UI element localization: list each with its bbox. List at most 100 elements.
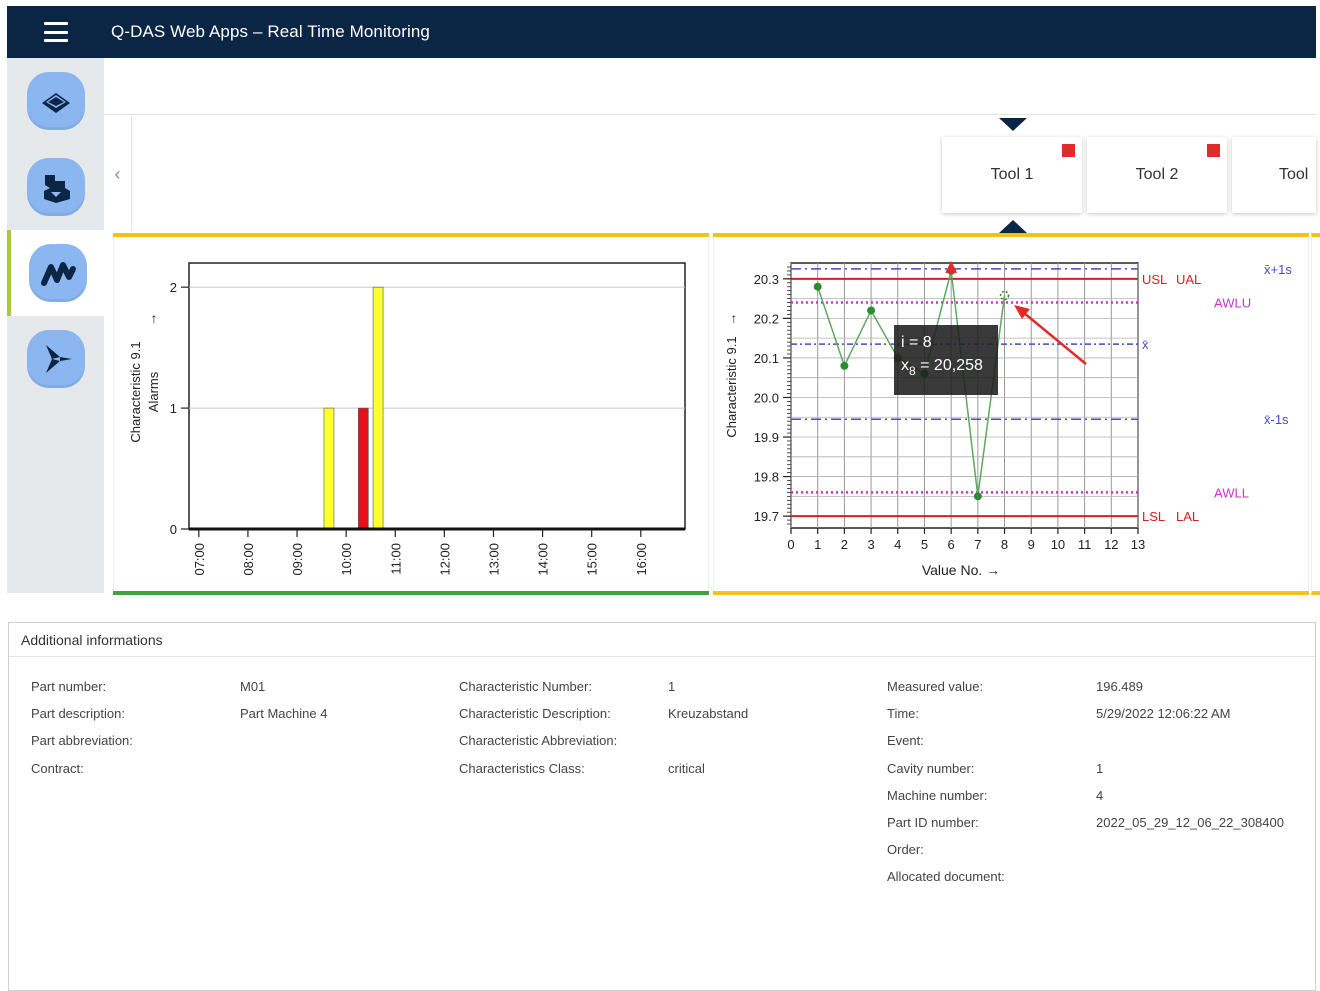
x-tick-label: 1 [814,537,821,552]
x-tick-label: 12:00 [437,543,452,576]
layers-icon [41,93,70,113]
info-label: Characteristic Number: [459,679,592,694]
limit-label: USL [1142,272,1167,287]
nav-button [28,244,87,302]
data-point [840,361,849,370]
x-tick-label: 3 [867,537,874,552]
info-value: 1 [1096,760,1104,776]
x-tick-label: 13:00 [486,543,501,576]
selection-marker-top-icon [999,118,1027,131]
machine-icon [43,175,70,203]
hamburger-menu-icon[interactable] [44,22,68,42]
y-axis-label: Characteristic 9.1 [128,341,143,442]
alarms-chart-panel: 0 1 2 07:00 08:00 09:00 10:00 11:00 12:00 13:00 14… [113,233,709,595]
x-tick-label: 13 [1131,537,1145,552]
tool-card-label: Tool 2 [1135,166,1179,183]
control-chart-panel: USL UAL LSL LAL AWLU AWLL x̄+1s x̄ x̄-1s 0123456… [713,233,1309,595]
panel-inner: USL UAL LSL LAL AWLU AWLL x̄+1s x̄ x̄-1s 0123456… [713,237,1309,591]
plot-area [188,262,686,530]
info-value: 196.489 [1096,679,1143,694]
alarm-flag-icon [1207,144,1220,157]
x-axis-arrow: → [986,562,1000,578]
monitoring-icon [40,262,76,286]
info-value: 2022_05_29_12_06_22_308400 [1096,814,1284,830]
limit-label: x̄+1s [1264,262,1292,277]
info-label: Part description: [31,706,125,722]
y-axis-arrow: ↑ [151,310,158,326]
limit-label: UAL [1176,272,1201,287]
tooltip-line1: i = 8 [901,334,932,351]
info-label: Characteristics Class: [459,760,585,776]
alarm-bar [358,407,369,530]
x-tick-label: 0 [787,537,794,552]
data-point [813,282,822,291]
info-label: Machine number: [887,787,988,803]
nav-item-machines[interactable] [7,144,104,230]
nav-item-logo[interactable] [7,316,104,402]
tool-card-1[interactable]: Tool 1 [942,137,1082,213]
x-tick-label: 15:00 [585,543,600,576]
limit-label: x̄ [1142,337,1149,352]
alarm-bar [323,407,335,530]
x-tick-label: 11 [1078,537,1092,552]
info-value: critical [668,760,705,776]
info-label: Characteristic Description: [459,706,611,722]
info-label: Cavity number: [887,760,975,776]
arrow-logo-icon [45,345,72,373]
x-axis-label-text: Value No. [922,562,982,578]
info-value: 4 [1096,787,1104,803]
additional-info-panel: Additional informations Part number: M01 P… [8,622,1316,991]
x-tick-label: 12 [1104,537,1118,552]
alarm-flag-icon [1062,144,1075,157]
tool-card-label: Tool 1 [990,166,1034,183]
y-tick-label: 20.1 [754,351,779,366]
next-chart-panel-edge [1311,233,1320,595]
info-label: Time: [887,706,920,722]
info-label: Event: [887,733,924,749]
y-axis-arrow: → [724,313,739,326]
y-tick-label: 19.8 [754,470,779,485]
nav-button [26,330,85,388]
nav-button [26,72,85,130]
x-tick-label: 7 [974,537,981,552]
limit-label: AWLL [1214,485,1249,500]
y-tick-label: 20.3 [754,272,779,287]
tool-card-2[interactable]: Tool 2 [1087,137,1227,213]
nav-item-layers[interactable] [7,58,104,144]
info-value: Part Machine 4 [240,706,328,722]
y-tick-label: 0 [170,522,177,537]
limit-label: LAL [1176,509,1199,524]
info-panel-title: Additional informations [9,623,1315,657]
alarm-bar [372,286,384,530]
y-tick-label: 19.9 [754,430,779,445]
data-point [973,492,982,501]
info-value: Kreuzabstand [668,706,749,722]
x-tick-label: 10:00 [339,543,354,576]
x-tick-label: 5 [921,537,928,552]
info-label: Part ID number: [887,814,979,830]
x-tick-label: 09:00 [290,543,305,576]
info-label: Part number: [31,679,107,694]
app-header: Q-DAS Web Apps – Real Time Monitoring [7,6,1316,58]
x-tick-label: 10 [1051,537,1065,552]
x-tick-label: 14:00 [536,543,551,576]
info-value: 1 [668,679,676,694]
x-tick-label: 2 [841,537,848,552]
tooltip-value: = 20,258 [916,357,983,374]
tool-card-label: Tool [1279,166,1309,183]
scroll-left-button[interactable]: ‹ [104,117,132,231]
control-line-chart: USL UALLSL LALAWLUAWLLx̄+1sx̄x̄-1s 0123456… [724,260,1292,578]
info-value: 5/29/2022 12:06:22 AM [1096,706,1231,722]
info-value: M01 [240,679,266,694]
selection-marker-bottom-icon [999,220,1027,233]
nav-item-monitoring[interactable] [7,230,104,316]
tool-card-3[interactable]: Tool [1232,137,1316,213]
y-axis-label-secondary: Alarms [146,371,161,412]
y-tick-label: 20.2 [754,311,779,326]
x-tick-label: 08:00 [241,543,256,576]
y-tick-label: 1 [170,401,177,416]
info-label: Contract: [31,760,84,776]
limit-label: x̄-1s [1264,412,1289,427]
x-tick-label: 07:00 [192,543,207,576]
y-axis-label: Characteristic 9.1 [724,336,739,437]
